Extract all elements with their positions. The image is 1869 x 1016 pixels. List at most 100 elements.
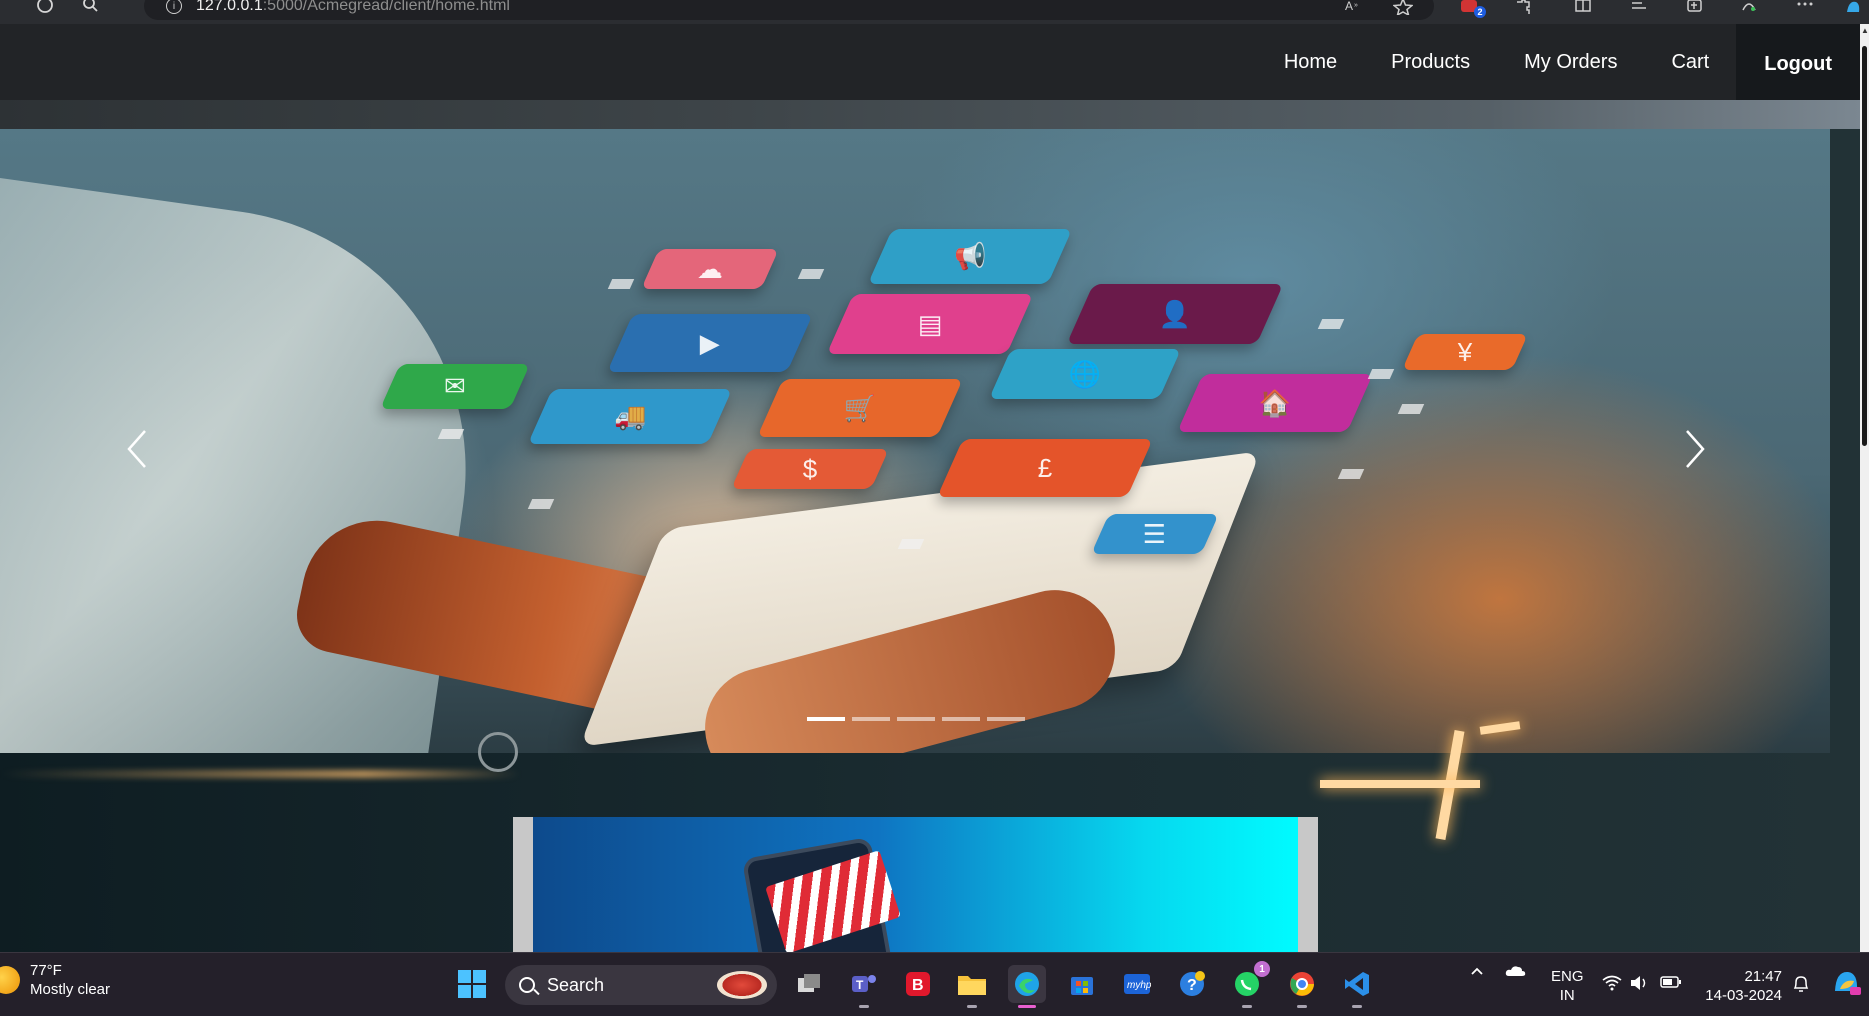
battery-icon [1660, 976, 1681, 988]
myhp-app[interactable]: myhp [1118, 965, 1156, 1003]
whatsapp-notification-badge: 1 [1254, 961, 1270, 977]
list-app-icon: ☰ [1091, 514, 1219, 554]
dollar-app-icon: $ [731, 449, 889, 489]
screen: i 127.0.0.1:5000/Acmegread/client/home.h… [0, 0, 1869, 1016]
carousel-indicator-1[interactable] [807, 717, 845, 721]
background-light-streak [0, 770, 520, 778]
chrome-app[interactable] [1283, 965, 1321, 1008]
language-code: ENG [1551, 968, 1584, 985]
favorites-list-icon[interactable] [1628, 0, 1650, 18]
scrollbar-thumb[interactable] [1862, 46, 1867, 446]
file-explorer-app[interactable] [953, 965, 991, 1008]
chevron-up-icon [1471, 967, 1483, 975]
document-app-icon: ▤ [826, 294, 1034, 354]
search-highlight-image [717, 971, 767, 999]
floating-square [437, 429, 465, 439]
nav-my-orders[interactable]: My Orders [1497, 24, 1644, 100]
read-aloud-icon[interactable]: A» [1342, 0, 1364, 18]
promo-banner[interactable] [533, 817, 1298, 952]
carousel-indicator-5[interactable] [987, 717, 1025, 721]
payment-app-icon: £ [937, 439, 1153, 497]
microsoft-store-app[interactable] [1063, 965, 1101, 1003]
search-icon [519, 977, 535, 993]
edge-browser-app[interactable] [1008, 965, 1046, 1008]
bitdefender-icon: B [906, 972, 930, 996]
svg-text:»: » [1354, 2, 1358, 9]
running-indicator [1242, 1005, 1252, 1008]
teams-icon: T [852, 975, 876, 992]
store-icon [1071, 977, 1093, 995]
support-app-icon: 👤 [1066, 284, 1284, 344]
shopping-cart-app-icon: 🛒 [757, 379, 963, 437]
chevron-left-icon [127, 430, 146, 468]
address-bar[interactable]: i 127.0.0.1:5000/Acmegread/client/home.h… [144, 0, 1434, 20]
running-indicator [1352, 1005, 1362, 1008]
carousel-prev-button[interactable] [108, 409, 168, 489]
url-host: 127.0.0.1 [196, 0, 263, 14]
nav-home[interactable]: Home [1257, 24, 1364, 100]
language-region: IN [1559, 987, 1575, 1004]
bitdefender-app[interactable]: B [899, 965, 937, 1003]
teams-app[interactable]: T [845, 965, 883, 1008]
clock-date: 14-03-2024 [1705, 987, 1782, 1004]
onedrive-button[interactable] [1505, 963, 1527, 983]
split-screen-icon[interactable] [1572, 0, 1594, 18]
hero-carousel: ☁ 📢 👤 ✉ ▶ ▤ 🌐 ¥ 🏠 🚚 🛒 $ £ ☰ [0, 129, 1830, 753]
carousel-next-button[interactable] [1664, 409, 1724, 489]
copilot-icon [1835, 971, 1861, 995]
copilot-icon[interactable] [1842, 0, 1864, 18]
search-icon[interactable] [80, 0, 102, 18]
vscode-icon [1345, 972, 1369, 996]
url-path: :5000/Acmegread/client/home.html [262, 0, 510, 14]
volume-button[interactable] [1630, 975, 1648, 995]
nav-logout[interactable]: Logout [1736, 24, 1860, 105]
background-steering-wheel [478, 732, 518, 772]
floating-square [1337, 469, 1365, 479]
collections-icon[interactable] [1684, 0, 1706, 18]
weather-widget[interactable]: 77°F Mostly clear [0, 961, 110, 999]
task-view-icon [798, 974, 820, 992]
chat-app-icon: ✉ [379, 364, 531, 409]
refresh-icon[interactable] [34, 0, 56, 18]
more-options-icon[interactable] [1794, 0, 1816, 18]
nav-products[interactable]: Products [1364, 24, 1497, 100]
copilot-taskbar-button[interactable] [1830, 967, 1862, 1001]
weather-description: Mostly clear [30, 981, 111, 998]
notifications-button[interactable] [1792, 975, 1810, 997]
task-view-button[interactable] [790, 965, 828, 1003]
site-info-icon[interactable]: i [166, 0, 182, 14]
browser-toolbar: i 127.0.0.1:5000/Acmegread/client/home.h… [0, 0, 1869, 24]
windows-logo-icon [458, 970, 486, 998]
floating-square [607, 279, 635, 289]
wifi-icon [1602, 975, 1622, 991]
windows-taskbar: 77°F Mostly clear Search T B myhp ? 1 EN… [0, 952, 1869, 1016]
battery-button[interactable] [1660, 975, 1682, 993]
carousel-indicators [807, 717, 1025, 721]
cloud-icon [1505, 966, 1526, 976]
svg-text:?: ? [1187, 977, 1197, 994]
show-hidden-icons-button[interactable] [1469, 963, 1485, 983]
nav-cart[interactable]: Cart [1644, 24, 1736, 100]
extensions-puzzle-icon[interactable] [1512, 0, 1534, 18]
start-button[interactable] [453, 965, 491, 1003]
clock[interactable]: 21:47 14-03-2024 [1702, 967, 1782, 1005]
svg-text:B: B [912, 977, 924, 994]
get-help-app[interactable]: ? [1173, 965, 1211, 1003]
performance-icon[interactable] [1738, 0, 1760, 18]
taskbar-search[interactable]: Search [505, 965, 777, 1005]
wifi-button[interactable] [1602, 975, 1622, 995]
myhp-icon: myhp [1124, 974, 1151, 994]
svg-text:myhp: myhp [1127, 980, 1151, 991]
floating-square [527, 499, 555, 509]
extension-badge: 2 [1474, 6, 1486, 18]
clock-time: 21:47 [1744, 968, 1782, 985]
language-indicator[interactable]: ENG IN [1551, 967, 1584, 1005]
carousel-indicator-3[interactable] [897, 717, 935, 721]
whatsapp-app[interactable]: 1 [1228, 961, 1270, 1008]
money-app-icon: ¥ [1401, 334, 1529, 370]
scroll-up-arrow-icon[interactable]: ▲ [1861, 26, 1869, 35]
favorite-star-icon[interactable] [1392, 0, 1414, 18]
vscode-app[interactable] [1338, 965, 1376, 1008]
carousel-indicator-2[interactable] [852, 717, 890, 721]
carousel-indicator-4[interactable] [942, 717, 980, 721]
